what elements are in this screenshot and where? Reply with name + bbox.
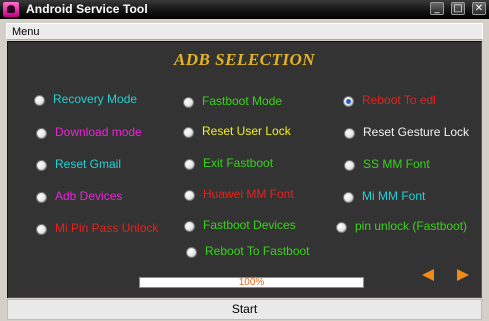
progress-bar: 100% xyxy=(139,277,364,288)
radio-circle-icon xyxy=(34,95,45,106)
progress-text: 100% xyxy=(238,277,265,288)
radio-circle-icon xyxy=(186,247,197,258)
radio-circle-icon xyxy=(36,224,47,235)
minimize-button[interactable]: _ xyxy=(430,2,444,15)
panel-heading: ADB SELECTION xyxy=(173,50,316,69)
radio-label: Mi MM Font xyxy=(362,189,426,203)
maximize-button[interactable]: □ xyxy=(451,2,465,15)
title-bar: Android Service Tool _ □ ✕ xyxy=(0,0,489,19)
radio-label: pin unlock (Fastboot) xyxy=(355,219,468,233)
radio-label: Mi Pin Pass Unlock xyxy=(55,221,159,235)
radio-label: Fastboot Mode xyxy=(202,94,283,108)
radio-label: Reboot To edl xyxy=(362,93,436,107)
radio-circle-icon xyxy=(36,128,47,139)
radio-label: Reset Gesture Lock xyxy=(363,125,470,139)
radio-circle-icon xyxy=(184,221,195,232)
radio-circle-icon xyxy=(183,97,194,108)
radio-circle-icon xyxy=(36,192,47,203)
radio-label: Recovery Mode xyxy=(53,92,138,106)
radio-label: Download mode xyxy=(55,125,142,139)
radio-label: Reboot To Fastboot xyxy=(205,244,310,258)
radio-label: Exit Fastboot xyxy=(203,156,274,170)
window-title: Android Service Tool xyxy=(26,2,148,16)
right-arrow-icon[interactable] xyxy=(457,269,469,281)
radio-circle-icon xyxy=(343,192,354,203)
radio-circle-icon xyxy=(183,127,194,138)
app-icon xyxy=(3,2,19,17)
radio-label: Adb Devices xyxy=(55,189,123,203)
close-button[interactable]: ✕ xyxy=(472,2,486,15)
radio-label: Fastboot Devices xyxy=(203,218,296,232)
radio-circle-icon xyxy=(344,160,355,171)
radio-circle-icon xyxy=(344,128,355,139)
menu-item-menu[interactable]: Menu xyxy=(12,25,40,39)
radio-circle-icon xyxy=(336,222,347,233)
radio-circle-icon xyxy=(184,159,195,170)
radio-checked-icon xyxy=(343,96,354,107)
radio-label: Reset User Lock xyxy=(202,124,291,138)
start-button[interactable]: Start xyxy=(7,299,482,320)
radio-label: Reset Gmail xyxy=(55,157,122,171)
adb-selection-panel: ADB SELECTION Recovery Mode Fastboot Mod… xyxy=(7,41,482,298)
left-arrow-icon[interactable] xyxy=(422,269,434,281)
radio-circle-icon xyxy=(184,190,195,201)
menu-bar: Menu xyxy=(6,23,483,40)
radio-label: SS MM Font xyxy=(363,157,430,171)
radio-circle-icon xyxy=(36,160,47,171)
radio-label: Huawei MM Font xyxy=(203,187,294,201)
